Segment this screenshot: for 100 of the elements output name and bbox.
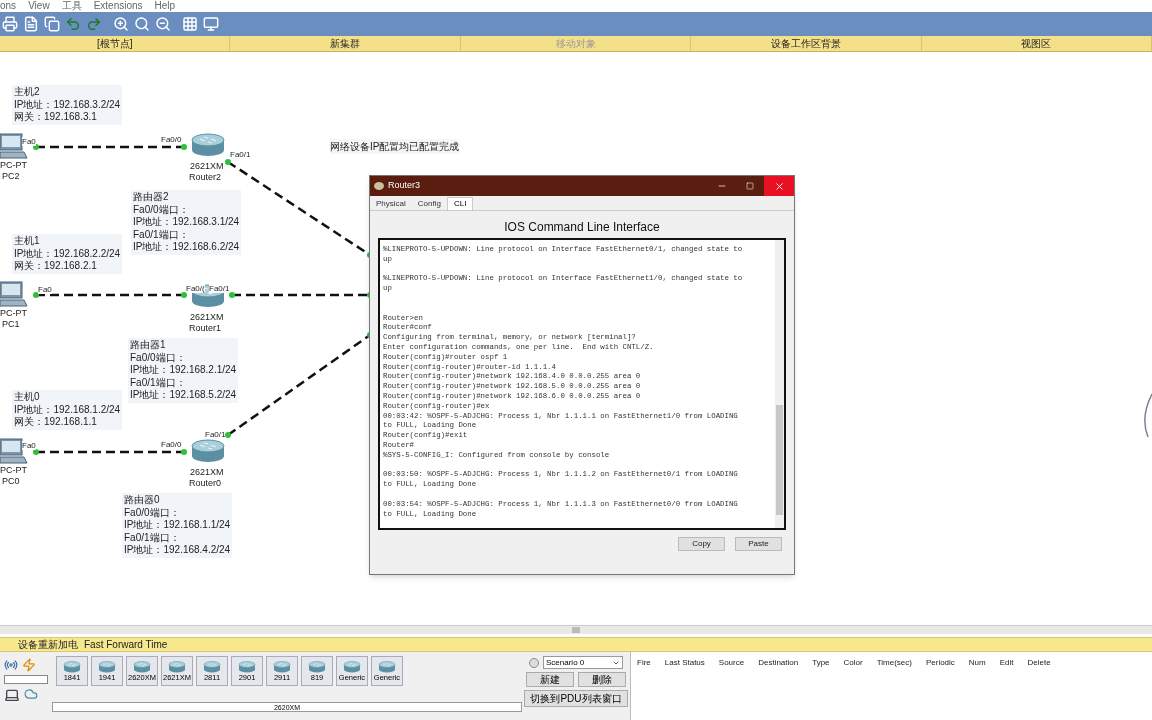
note-text: IP地址：192.168.2.1/24 bbox=[130, 364, 237, 377]
canvas-message: 网络设备IP配置均已配置完成 bbox=[330, 139, 460, 154]
column-header: Destination bbox=[758, 657, 799, 669]
pdu-list-button[interactable]: 切换到PDU列表窗口 bbox=[524, 690, 628, 707]
menu-item[interactable]: Extensions bbox=[93, 0, 143, 12]
note-text: Fa0/0端口： bbox=[130, 351, 187, 364]
port-label: Fa0/0 bbox=[161, 135, 182, 144]
info-icon bbox=[529, 657, 539, 668]
column-header: Fire bbox=[637, 657, 651, 669]
device-name: Router1 bbox=[189, 323, 222, 333]
note-text: 主机2 bbox=[14, 86, 41, 99]
monitor-icon[interactable] bbox=[203, 16, 219, 32]
port-label: Fa0 bbox=[22, 137, 36, 146]
port-label: Fa0/0 bbox=[161, 440, 182, 449]
router-icon bbox=[273, 660, 291, 673]
scenario-button[interactable]: 删除 bbox=[578, 672, 626, 687]
note-text: 网关：192.168.2.1 bbox=[14, 260, 98, 273]
note-text: Fa0/1端口： bbox=[124, 531, 181, 544]
router-icon bbox=[98, 660, 116, 673]
port-label: Fa0 bbox=[22, 441, 36, 450]
router-icon bbox=[133, 660, 151, 673]
device-name: PC1 bbox=[2, 319, 20, 329]
menu-item[interactable]: View bbox=[28, 0, 50, 12]
device-model: 2621XM bbox=[190, 312, 224, 322]
column-header: Time(sec) bbox=[876, 657, 912, 669]
router-icon bbox=[378, 660, 396, 673]
note-text: Fa0/0端口： bbox=[133, 203, 190, 216]
port-label: Fa0/1 bbox=[209, 284, 230, 293]
laptop-icon[interactable] bbox=[4, 687, 20, 703]
note-text: IP地址：192.168.4.2/24 bbox=[124, 544, 231, 557]
note-text: 主机0 bbox=[14, 391, 41, 404]
workspace-bar-button[interactable]: 新集群 bbox=[230, 36, 461, 51]
zoom-in-icon[interactable] bbox=[113, 16, 129, 32]
workspace-bar-button[interactable]: [根节点] bbox=[0, 36, 231, 51]
column-header: Last Status bbox=[664, 657, 705, 669]
menu-item[interactable]: 工具 bbox=[61, 0, 82, 12]
note-text: IP地址：192.168.3.1/24 bbox=[133, 216, 240, 229]
window-title: Router3 bbox=[388, 179, 421, 193]
note-text: Fa0/0端口： bbox=[124, 506, 181, 519]
note-text: IP地址：192.168.5.2/24 bbox=[130, 389, 237, 402]
note-text: 网关：192.168.3.1 bbox=[14, 111, 98, 124]
note-text: Fa0/1端口： bbox=[130, 376, 187, 389]
router-icon bbox=[63, 660, 81, 673]
device-model: 2621XM bbox=[190, 161, 224, 171]
note-text: 主机1 bbox=[14, 235, 41, 248]
device-name: Router0 bbox=[189, 478, 222, 488]
column-header: Delete bbox=[1027, 657, 1051, 669]
category-field[interactable] bbox=[4, 675, 48, 684]
close-icon bbox=[773, 180, 785, 192]
column-header: Color bbox=[843, 657, 863, 669]
device-name: PC2 bbox=[2, 171, 20, 181]
note-text: IP地址：192.168.1.1/24 bbox=[124, 519, 231, 532]
note-text: 路由器0 bbox=[124, 494, 161, 507]
device-model: 2621XM bbox=[190, 467, 224, 477]
column-header: Periodic bbox=[925, 657, 955, 669]
maximize-icon bbox=[746, 182, 754, 190]
app-icon bbox=[374, 182, 384, 190]
device-name: Router2 bbox=[189, 172, 222, 182]
dialog-button[interactable]: Copy bbox=[678, 537, 725, 551]
close-button[interactable] bbox=[764, 176, 794, 196]
cloud-icon[interactable] bbox=[24, 687, 38, 701]
note-text: 网关：192.168.1.1 bbox=[14, 416, 98, 429]
menu-item[interactable]: Help bbox=[154, 0, 176, 12]
dialog-button[interactable]: Paste bbox=[735, 537, 782, 551]
router-icon bbox=[238, 660, 256, 673]
router-icon bbox=[203, 660, 221, 673]
port-label: Fa0/( bbox=[186, 284, 205, 293]
column-header: Source bbox=[718, 657, 745, 669]
column-header: Type bbox=[812, 657, 830, 669]
zoom-out-icon[interactable] bbox=[155, 16, 171, 32]
pc-icon bbox=[0, 280, 28, 308]
scenario-button[interactable]: 新建 bbox=[526, 672, 574, 687]
printer-icon[interactable] bbox=[2, 16, 18, 32]
status-text: 设备重新加电 bbox=[18, 638, 78, 651]
tab[interactable]: CLI bbox=[446, 197, 474, 210]
status-text: Fast Forward Time bbox=[84, 638, 168, 651]
device-model: PC-PT bbox=[0, 465, 27, 475]
port-label: Fa0/1 bbox=[205, 430, 226, 439]
copy-icon[interactable] bbox=[44, 16, 60, 32]
search-icon[interactable] bbox=[134, 16, 150, 32]
router-icon bbox=[343, 660, 361, 673]
column-header: Edit bbox=[999, 657, 1014, 669]
note-text: Fa0/1端口： bbox=[133, 228, 190, 241]
note-text: 路由器2 bbox=[133, 191, 170, 204]
wireless-icon[interactable] bbox=[4, 658, 18, 672]
port-label: Fa0/1 bbox=[230, 150, 251, 159]
workspace-bar-button[interactable]: 视图区 bbox=[921, 36, 1152, 51]
scenario-select[interactable]: Scenario 0 bbox=[543, 656, 623, 669]
cli-heading: IOS Command Line Interface bbox=[503, 220, 661, 234]
note-text: IP地址：192.168.1.2/24 bbox=[14, 403, 121, 416]
device-name: PC0 bbox=[2, 476, 20, 486]
menu-item[interactable]: ons bbox=[0, 0, 17, 12]
note-text: IP地址：192.168.2.2/24 bbox=[14, 247, 121, 260]
lightning-icon[interactable] bbox=[22, 658, 36, 672]
workspace-bar-button[interactable]: 设备工作区背景 bbox=[691, 36, 922, 51]
port-label: Fa0 bbox=[38, 285, 52, 294]
device-model: PC-PT bbox=[0, 160, 27, 170]
router-icon bbox=[168, 660, 186, 673]
document-icon[interactable] bbox=[23, 16, 39, 32]
device-model: PC-PT bbox=[0, 308, 27, 318]
